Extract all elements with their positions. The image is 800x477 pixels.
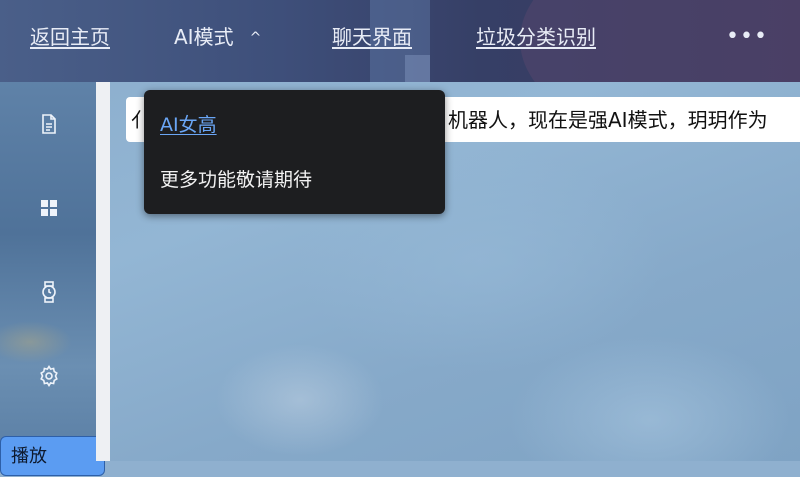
nav-chat-link[interactable]: 聊天界面 bbox=[332, 22, 412, 52]
dropdown-item-ai-girl[interactable]: AI女高 bbox=[160, 110, 217, 140]
document-icon[interactable] bbox=[36, 111, 62, 137]
ai-mode-dropdown: AI女高 更多功能敬请期待 bbox=[144, 90, 445, 214]
gear-icon[interactable] bbox=[36, 363, 62, 389]
message-text: 机器人，现在是强AI模式，玥玥作为 bbox=[448, 108, 768, 132]
nav-ai-mode-menu[interactable]: AI模式 ^ bbox=[174, 22, 261, 52]
watch-icon[interactable] bbox=[36, 279, 62, 305]
play-button[interactable]: 播放 bbox=[0, 436, 105, 476]
left-sidebar bbox=[0, 82, 96, 461]
dropdown-item-coming-soon[interactable]: 更多功能敬请期待 bbox=[160, 165, 312, 195]
top-nav-bar: 返回主页 AI模式 ^ 聊天界面 垃圾分类识别 ••• bbox=[0, 0, 800, 82]
more-icon[interactable]: ••• bbox=[726, 22, 768, 52]
nav-ai-mode-label: AI模式 bbox=[174, 25, 234, 49]
nav-trash-classify-link[interactable]: 垃圾分类识别 bbox=[476, 22, 596, 52]
sidebar-divider bbox=[96, 82, 110, 461]
background-decoration bbox=[405, 55, 430, 82]
grid-icon[interactable] bbox=[36, 195, 62, 221]
chevron-up-icon: ^ bbox=[249, 30, 262, 46]
nav-home-link[interactable]: 返回主页 bbox=[30, 22, 110, 52]
